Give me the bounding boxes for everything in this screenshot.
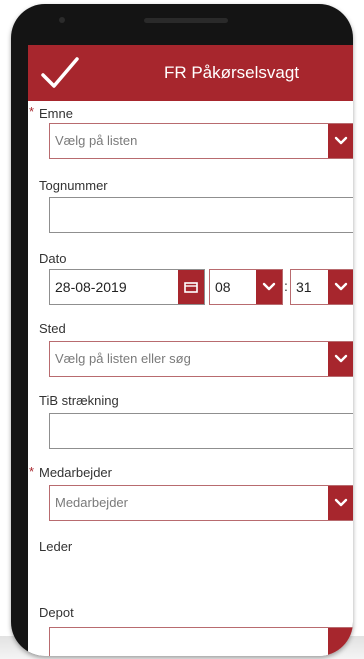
tognummer-label: Tognummer xyxy=(39,178,108,193)
medarbejder-label: Medarbejder xyxy=(39,465,112,480)
time-separator: : xyxy=(284,278,288,294)
depot-dropdown[interactable] xyxy=(49,627,353,656)
tognummer-input[interactable] xyxy=(49,197,353,233)
sted-placeholder: Vælg på listen eller søg xyxy=(55,351,191,366)
minute-value: 31 xyxy=(296,279,312,295)
emne-dropdown[interactable]: Vælg på listen xyxy=(49,123,353,159)
tib-input[interactable] xyxy=(49,413,353,449)
minute-dropdown[interactable]: 31 xyxy=(290,269,353,305)
app-screen: FR Påkørselsvagt * Emne Vælg på listen T… xyxy=(28,45,353,656)
chevron-down-icon[interactable] xyxy=(328,124,353,158)
date-picker[interactable]: 28-08-2019 xyxy=(49,269,205,305)
leder-label: Leder xyxy=(39,539,73,554)
hour-dropdown[interactable]: 08 xyxy=(209,269,283,305)
chevron-down-icon[interactable] xyxy=(328,486,353,520)
checkmark-icon xyxy=(41,57,79,88)
chevron-down-icon[interactable] xyxy=(328,342,353,376)
required-marker: * xyxy=(29,464,35,479)
form-title: FR Påkørselsvagt xyxy=(163,63,300,82)
sted-combobox[interactable]: Vælg på listen eller søg xyxy=(49,341,353,377)
submit-button[interactable] xyxy=(28,45,98,101)
app-header: FR Påkørselsvagt xyxy=(28,45,353,101)
chevron-down-icon[interactable] xyxy=(328,628,353,656)
chevron-down-icon[interactable] xyxy=(256,270,282,304)
required-marker: * xyxy=(29,104,35,119)
emne-placeholder: Vælg på listen xyxy=(55,133,138,148)
hour-value: 08 xyxy=(215,279,231,295)
chevron-down-icon[interactable] xyxy=(328,270,353,304)
date-value: 28-08-2019 xyxy=(55,279,127,295)
phone-frame: FR Påkørselsvagt * Emne Vælg på listen T… xyxy=(11,4,353,656)
emne-label: Emne xyxy=(39,106,73,121)
depot-label: Depot xyxy=(39,605,74,620)
medarbejder-placeholder: Medarbejder xyxy=(55,495,128,510)
tib-label: TiB strækning xyxy=(39,393,119,408)
dato-label: Dato xyxy=(39,251,67,266)
calendar-icon[interactable] xyxy=(178,270,204,304)
sted-label: Sted xyxy=(39,321,66,336)
speaker-grille xyxy=(144,18,228,23)
medarbejder-dropdown[interactable]: Medarbejder xyxy=(49,485,353,521)
camera-dot xyxy=(59,17,65,23)
